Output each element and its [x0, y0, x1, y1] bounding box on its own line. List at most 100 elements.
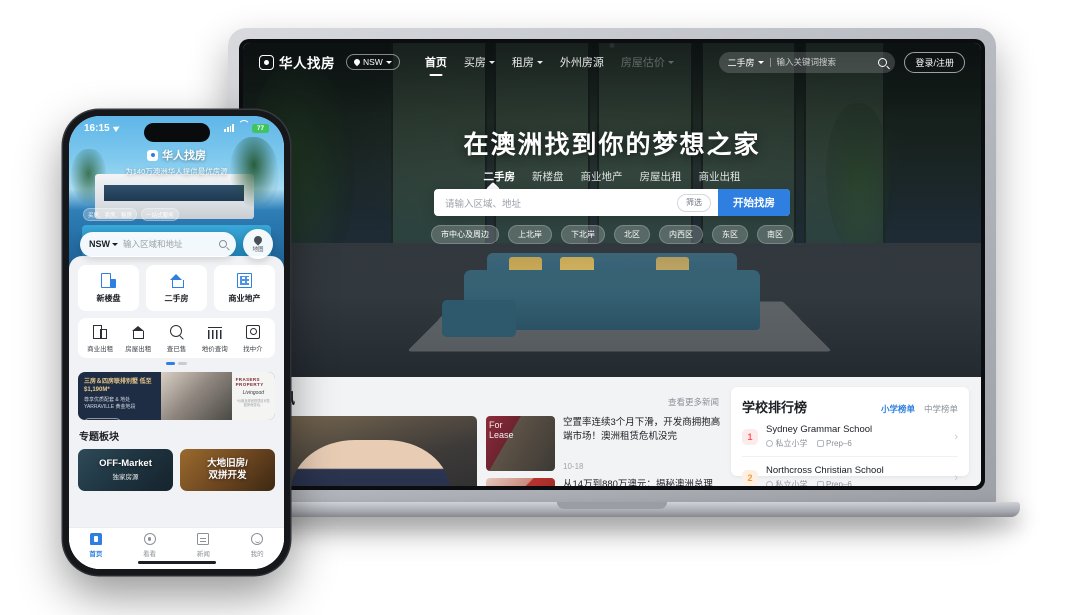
phone-topic-row: OFF-Market 独家房源 大地旧房/ 双拼开发: [78, 448, 275, 491]
quick-link-label: 商业出租: [87, 346, 114, 353]
rank-badge: 1: [742, 428, 758, 445]
signal-icon: [224, 124, 234, 132]
phone-content-sheet: 新楼盘 二手房 商业地产 商业出租 房屋出租 查已售 地价查询 找中介 三房＆四…: [69, 256, 284, 569]
carousel-dots[interactable]: [78, 362, 275, 365]
news-icon: [197, 533, 210, 545]
chevron-right-icon: ›: [954, 430, 958, 443]
featured-news-image: [290, 440, 451, 486]
category-commercial[interactable]: 商业地产: [214, 265, 275, 311]
grades-icon: [816, 440, 824, 447]
quick-link-land-price[interactable]: 地价查询: [196, 325, 234, 353]
region-chip[interactable]: 下北岸: [561, 225, 605, 244]
school-row[interactable]: 1 Sydney Grammar School 私立小学 Prep–6 ›: [742, 416, 958, 457]
map-button[interactable]: 地图: [243, 229, 273, 259]
home-icon: [89, 533, 102, 545]
start-search-button[interactable]: 开始找房: [718, 189, 790, 216]
phone-brand-block: 华人找房 为140万澳洲华人提供最优房源: [69, 144, 284, 177]
school-type-icon: [766, 481, 773, 486]
nav-item-interstate[interactable]: 外州房源: [560, 54, 604, 70]
quick-link-label: 找中介: [243, 346, 263, 353]
school-grades: Prep–6: [816, 439, 852, 448]
region-chip[interactable]: 南区: [757, 225, 793, 244]
school-info: Northcross Christian School 私立小学 Prep–6: [766, 465, 946, 486]
search-icon[interactable]: [878, 57, 888, 67]
school-type-label: 私立小学: [775, 439, 808, 448]
laptop-bezel: 华人找房 NSW 首页 买房 租房 外州房源 房屋估价 二手房 输入关键词搜索 …: [239, 39, 985, 490]
status-time: 16:15: [84, 122, 110, 134]
chevron-down-icon: [757, 60, 764, 64]
region-chip[interactable]: 内西区: [659, 225, 703, 244]
school-panel-header: 学校排行榜 小学榜单 中学榜单: [742, 397, 958, 416]
navbar-right: 二手房 输入关键词搜索 登录/注册: [719, 51, 965, 73]
login-register-button[interactable]: 登录/注册: [904, 51, 965, 73]
region-selector[interactable]: NSW: [346, 54, 400, 70]
ad-banner[interactable]: 三房＆四房联排别墅 低至 $1,190M* 尊享优质配套 & 地处 YARRAV…: [78, 371, 275, 420]
news-thumbnail: [486, 478, 555, 486]
filter-button[interactable]: 筛选: [677, 193, 711, 212]
phone-region-selector[interactable]: NSW: [89, 239, 118, 249]
category-new-development[interactable]: 新楼盘: [78, 265, 139, 311]
phone-search-bar[interactable]: NSW 输入区域和地址: [80, 231, 236, 257]
ad-brand-block: FRASERS PROPERTY Livingood *价格及规划视项目可售套房…: [231, 371, 275, 420]
region-chip[interactable]: 北区: [614, 225, 650, 244]
hero-tab-commercial[interactable]: 商业地产: [581, 169, 623, 184]
quick-link-commercial-rent[interactable]: 商业出租: [81, 325, 119, 353]
hero-tab-house-rent[interactable]: 房屋出租: [640, 169, 682, 184]
nav-item-home[interactable]: 首页: [425, 54, 447, 70]
quick-link-agent[interactable]: 找中介: [234, 325, 272, 353]
tab-news[interactable]: 新闻: [177, 533, 231, 558]
category-secondhand[interactable]: 二手房: [146, 265, 207, 311]
tab-label: 看看: [143, 551, 157, 558]
phone-logo: 华人找房: [147, 147, 206, 163]
news-list-item[interactable]: 从14万到880万澳元：揭秘澳洲总理Albanese的地产投资策略（组 10-1…: [486, 478, 721, 486]
region-chip[interactable]: 东区: [712, 225, 748, 244]
topic-card-off-market[interactable]: OFF-Market 独家房源: [78, 448, 173, 491]
location-arrow-icon: [112, 123, 121, 133]
search-input[interactable]: 输入关键词搜索: [777, 56, 837, 68]
topic-title: OFF-Market: [99, 457, 152, 469]
search-category-label: 二手房: [727, 57, 755, 68]
school-row[interactable]: 2 Northcross Christian School 私立小学 Prep–…: [742, 457, 958, 486]
tab-label: 新闻: [196, 551, 210, 558]
chevron-down-icon: [112, 242, 118, 246]
tab-secondary-school[interactable]: 中学榜单: [924, 403, 958, 415]
hero-tab-commercial-rent[interactable]: 商业出租: [699, 169, 741, 184]
nav-item-rent[interactable]: 租房: [512, 54, 543, 70]
phone-quick-links: 商业出租 房屋出租 查已售 地价查询 找中介: [78, 318, 275, 358]
ad-logo: FRASERS PROPERTY: [235, 376, 264, 387]
nav-item-buy[interactable]: 买房: [464, 54, 495, 70]
news-list-item[interactable]: 空置率连续3个月下滑，开发商拥抱高端市场！澳洲租赁危机没完 10-18: [486, 416, 721, 471]
global-search[interactable]: 二手房 输入关键词搜索: [719, 51, 896, 73]
hero-tab-secondhand[interactable]: 二手房: [484, 169, 516, 184]
hero-search-bar: 请输入区域、地址 筛选 开始找房: [434, 189, 790, 216]
topic-card-land-development[interactable]: 大地旧房/ 双拼开发: [180, 448, 275, 491]
phone-region-label: NSW: [89, 239, 110, 249]
news-more-link[interactable]: 查看更多新闻: [668, 396, 719, 408]
chevron-down-icon: [488, 60, 495, 64]
tab-primary-school[interactable]: 小学榜单: [881, 403, 915, 415]
region-chip[interactable]: 市中心及周边: [431, 225, 499, 244]
phone-screen: 16:15 77 华人找房 为140万澳洲华人提供最优房源 买房、卖房、租房 一…: [69, 116, 284, 569]
site-logo[interactable]: 华人找房: [259, 52, 335, 72]
nav-item-valuation[interactable]: 房屋估价: [621, 54, 674, 70]
divider: [769, 57, 771, 67]
school-grades: Prep–6: [816, 480, 852, 486]
hero-search-input[interactable]: 请输入区域、地址: [434, 196, 677, 210]
region-chip[interactable]: 上北岸: [508, 225, 552, 244]
ad-subtext: 尊享优质配套 & 地处 YARRAVILLE 黄金地段: [84, 396, 136, 410]
topic-title: 大地旧房/ 双拼开发: [207, 457, 248, 481]
tab-profile[interactable]: 我的: [230, 533, 284, 558]
phone-search-input[interactable]: 输入区域和地址: [123, 238, 183, 250]
grades-icon: [816, 481, 824, 486]
region-label: NSW: [363, 57, 383, 67]
quick-link-house-rent[interactable]: 房屋出租: [119, 325, 157, 353]
ad-cta-button[interactable]: 点击了解详情: [84, 417, 121, 420]
tab-discover[interactable]: 看看: [123, 533, 177, 558]
laptop-screen: 华人找房 NSW 首页 买房 租房 外州房源 房屋估价 二手房 输入关键词搜索 …: [243, 43, 981, 486]
hero-tab-new[interactable]: 新楼盘: [532, 169, 564, 184]
news-headline: 从14万到880万澳元：揭秘澳洲总理Albanese的地产投资策略（组: [563, 479, 713, 486]
search-category-selector[interactable]: 二手房: [727, 56, 764, 69]
search-icon[interactable]: [219, 240, 227, 248]
tab-home[interactable]: 首页: [69, 533, 123, 558]
quick-link-sold[interactable]: 查已售: [157, 325, 195, 353]
